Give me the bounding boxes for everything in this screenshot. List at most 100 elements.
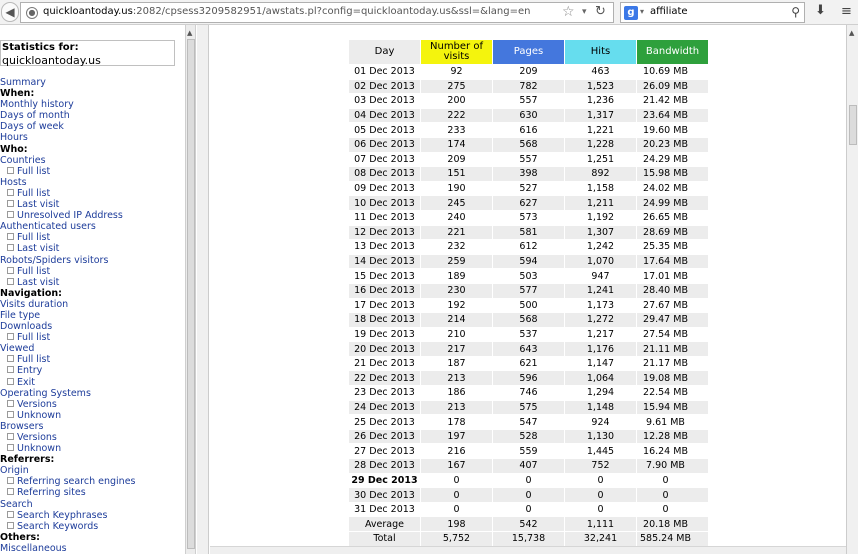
frame-splitter[interactable] (197, 25, 209, 554)
cell-pages: 547 (493, 415, 564, 429)
sidebar-item-label: Downloads (0, 321, 53, 333)
sidebar-item[interactable]: Days of month (0, 110, 184, 121)
cell-hits: 1,217 (565, 327, 636, 342)
cell-hits: 1,523 (565, 79, 636, 94)
cell-pages: 594 (493, 254, 564, 269)
sidebar-item[interactable]: Operating Systems (0, 388, 184, 399)
cell-visits: 0 (421, 488, 492, 502)
sidebar-item[interactable]: Browsers (0, 421, 184, 432)
search-bar[interactable]: g ▾ affiliate ⚲ (620, 2, 805, 23)
cell-day: 10 Dec 2013 (349, 196, 420, 210)
sidebar-item[interactable]: Last visit (0, 243, 184, 254)
sidebar-item[interactable]: Full list (0, 332, 184, 343)
reload-icon[interactable]: ↻ (595, 4, 606, 19)
sidebar-item[interactable]: Countries (0, 155, 184, 166)
sidebar-item[interactable]: Hosts (0, 177, 184, 188)
stats-for-label: Statistics for: (2, 42, 79, 53)
engine-dropdown-icon[interactable]: ▾ (640, 7, 644, 16)
sidebar-item[interactable]: Hours (0, 132, 184, 143)
sidebar-item-label: File type (0, 309, 41, 321)
cell-bandwidth: 21.17 MB (637, 356, 708, 371)
cell-bandwidth: 25.35 MB (637, 240, 708, 254)
cell-pages: 503 (493, 269, 564, 283)
sidebar-item[interactable]: Origin (0, 465, 184, 476)
sidebar-item[interactable]: Authenticated users (0, 221, 184, 232)
table-row: 21 Dec 2013 187 621 1,147 21.17 MB (349, 356, 708, 371)
bookmark-star-icon[interactable]: ☆ (562, 4, 575, 20)
sidebar-item[interactable]: Search Keywords (0, 521, 184, 532)
cell-bandwidth: 15.94 MB (637, 400, 708, 415)
cell-visits: 232 (421, 240, 492, 254)
cell-pages: 581 (493, 225, 564, 240)
search-input[interactable]: affiliate (650, 6, 688, 17)
menu-icon[interactable]: ≡ (841, 4, 852, 19)
sidebar-item[interactable]: Last visit (0, 277, 184, 288)
subitem-icon (7, 477, 14, 485)
sidebar-item[interactable]: Search Keyphrases (0, 510, 184, 521)
sidebar-item[interactable]: Unknown (0, 443, 184, 454)
subitem-icon (7, 377, 14, 385)
menu-scroll-thumb[interactable] (187, 39, 195, 549)
main-scroll-thumb[interactable] (849, 105, 857, 145)
cell-bandwidth: 19.08 MB (637, 371, 708, 386)
sidebar-item[interactable]: Entry (0, 365, 184, 376)
sidebar-item[interactable]: Robots/Spiders visitors (0, 255, 184, 266)
table-row: 14 Dec 2013 259 594 1,070 17.64 MB (349, 254, 708, 269)
sidebar-item[interactable]: Full list (0, 354, 184, 365)
search-icon[interactable]: ⚲ (791, 5, 800, 19)
sidebar-item[interactable]: Full list (0, 166, 184, 177)
cell-pages: 596 (493, 371, 564, 386)
scroll-up-icon[interactable]: ▲ (187, 29, 192, 37)
subitem-icon (7, 366, 14, 374)
table-row: 15 Dec 2013 189 503 947 17.01 MB (349, 269, 708, 283)
sidebar-item[interactable]: Visits duration (0, 299, 184, 310)
sidebar-item[interactable]: Full list (0, 188, 184, 199)
sidebar-item[interactable]: Unknown (0, 410, 184, 421)
sidebar-item[interactable]: Referring sites (0, 487, 184, 498)
horizontal-scrollbar[interactable] (210, 546, 846, 554)
sidebar-item-label: Hours (0, 132, 28, 144)
sidebar-item-label: Days of week (0, 121, 64, 133)
scroll-up-icon[interactable]: ▲ (849, 29, 854, 37)
subitem-icon (7, 277, 14, 285)
sidebar-item[interactable]: Days of week (0, 121, 184, 132)
download-icon[interactable]: ⬇ (815, 3, 826, 18)
menu-scrollbar[interactable]: ▲ (185, 25, 196, 554)
sidebar-item[interactable]: File type (0, 310, 184, 321)
google-icon[interactable]: g (624, 6, 638, 20)
sidebar-item[interactable]: Versions (0, 432, 184, 443)
cell-day: 21 Dec 2013 (349, 356, 420, 371)
address-bar[interactable]: ● quickloantoday.us:2082/cpsess320958295… (20, 2, 614, 23)
main-scrollbar[interactable]: ▲ (846, 25, 858, 554)
site-domain: quickloantoday.us (2, 54, 101, 67)
sidebar-item[interactable]: Search (0, 499, 184, 510)
sidebar-item[interactable]: Full list (0, 232, 184, 243)
history-dropdown-icon[interactable]: ▾ (582, 7, 587, 17)
sidebar-item[interactable]: Referring search engines (0, 476, 184, 487)
sidebar-item[interactable]: Full list (0, 266, 184, 277)
sidebar-item[interactable]: Summary (0, 77, 184, 88)
sidebar-item[interactable]: Unresolved IP Address (0, 210, 184, 221)
cell-bandwidth: 28.69 MB (637, 225, 708, 240)
sidebar-item-label: Authenticated users (0, 221, 96, 233)
sidebar-item[interactable]: Versions (0, 399, 184, 410)
sidebar-item[interactable]: Monthly history (0, 99, 184, 110)
cell-day: Total (349, 532, 420, 546)
table-row: 12 Dec 2013 221 581 1,307 28.69 MB (349, 225, 708, 240)
cell-hits: 1,272 (565, 313, 636, 327)
back-button[interactable]: ◀ (1, 2, 19, 22)
sidebar-item[interactable]: Exit (0, 377, 184, 388)
sidebar-item[interactable]: Last visit (0, 199, 184, 210)
cell-pages: 621 (493, 356, 564, 371)
sidebar-item-label: Viewed (0, 343, 35, 355)
cell-visits: 192 (421, 298, 492, 313)
sidebar-item[interactable]: Miscellaneous (0, 543, 184, 554)
table-row: 05 Dec 2013 233 616 1,221 19.60 MB (349, 123, 708, 137)
sidebar-item-label: Search Keywords (17, 520, 99, 532)
sidebar-item-label: Referring search engines (17, 476, 136, 488)
cell-bandwidth: 7.90 MB (637, 459, 708, 473)
sidebar-item[interactable]: Viewed (0, 343, 184, 354)
sidebar-item[interactable]: Downloads (0, 321, 184, 332)
cell-pages: 500 (493, 298, 564, 313)
url-text[interactable]: quickloantoday.us:2082/cpsess3209582951/… (43, 6, 530, 17)
